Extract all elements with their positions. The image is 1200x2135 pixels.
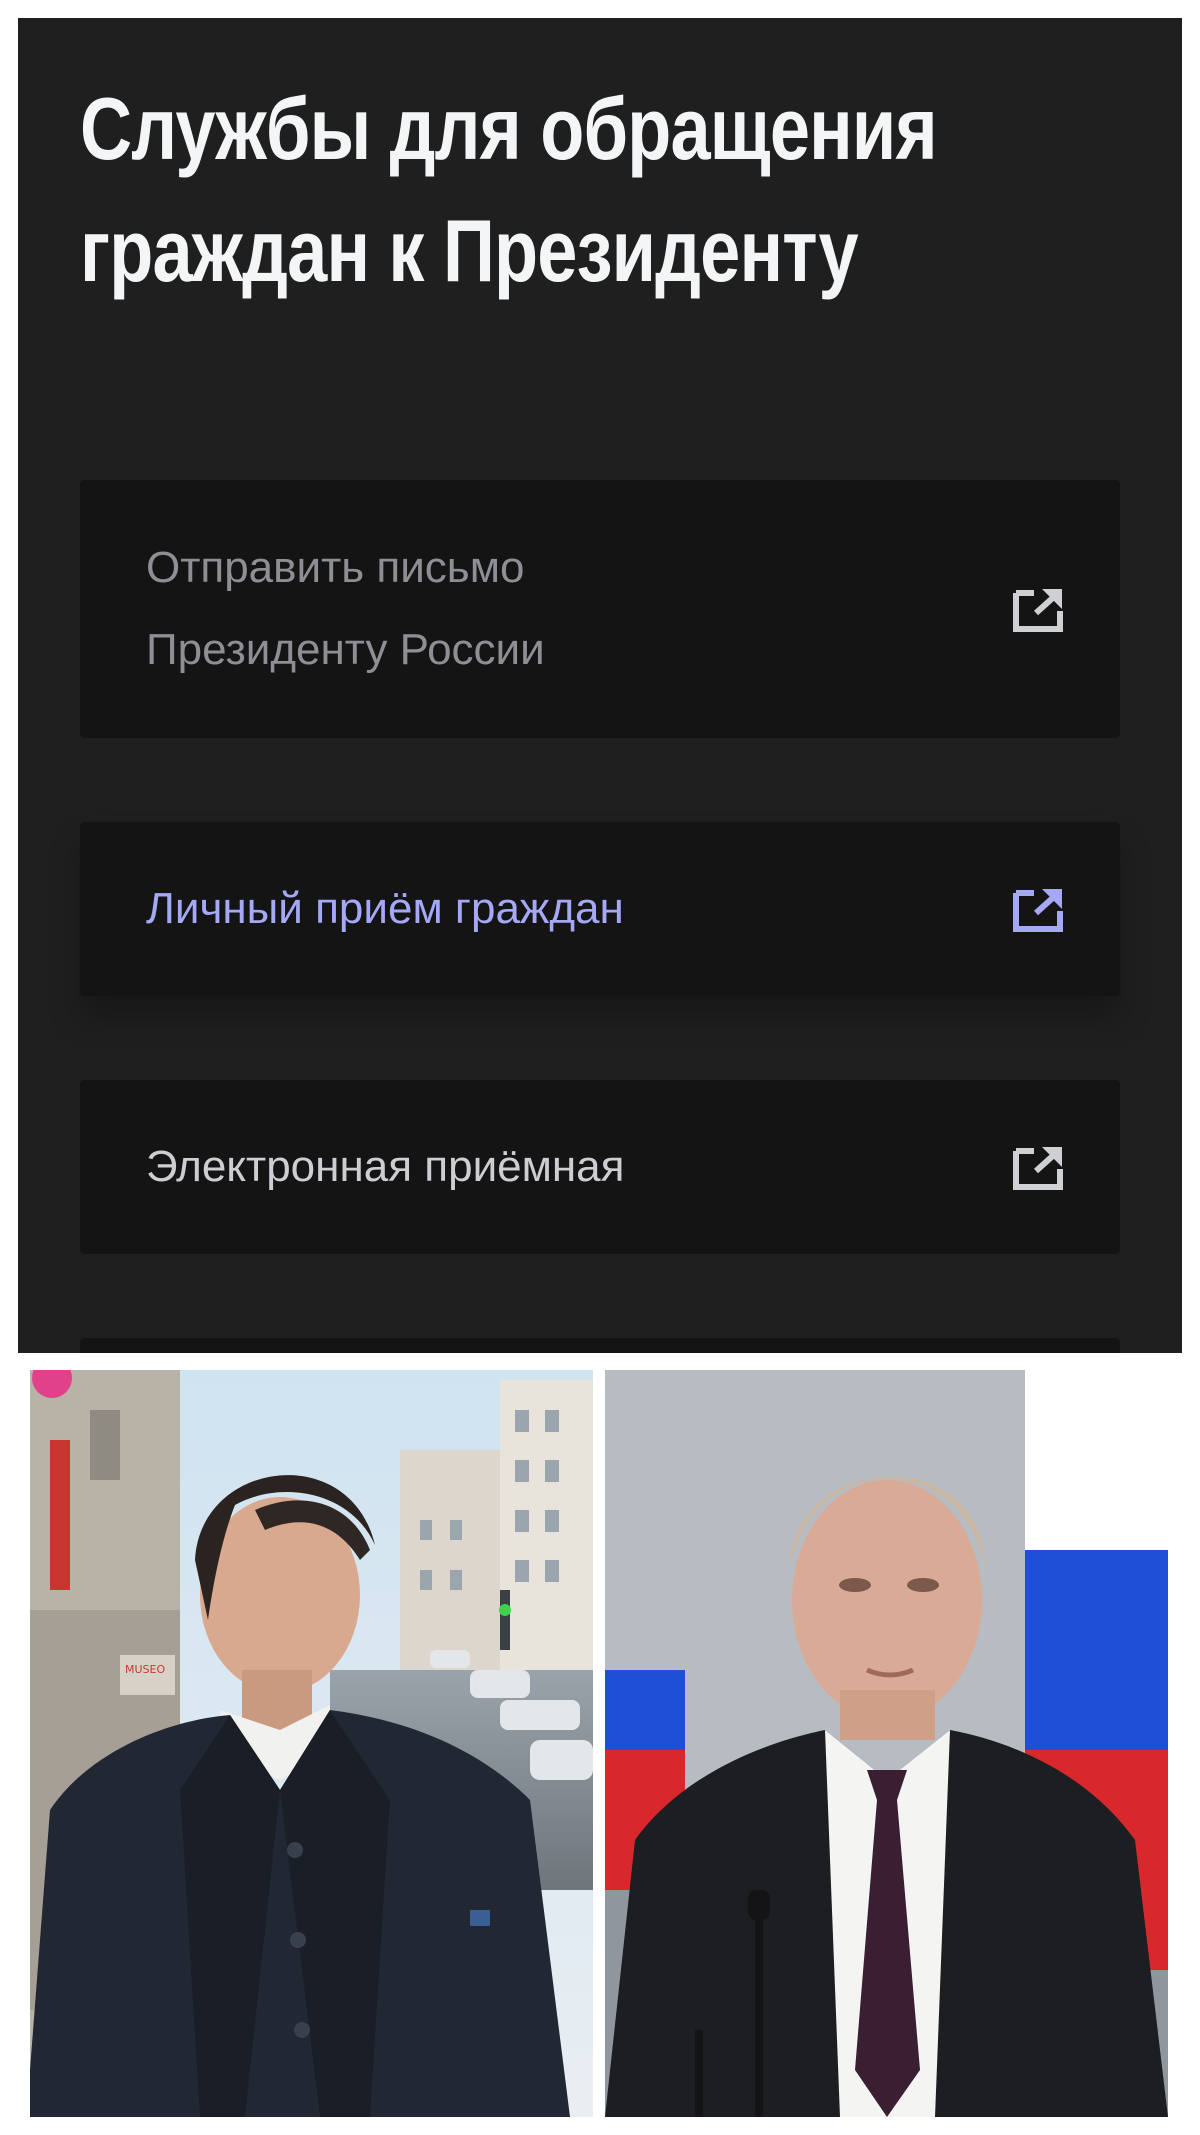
photo-man-on-street: MUSEO (30, 1370, 593, 2117)
photo-collage: MUSEO (30, 1370, 1170, 2117)
flag-blue-stripe (1025, 1550, 1168, 1750)
send-letter-label: Отправить письмо Президенту России (146, 527, 866, 691)
personal-reception-label: Личный приём граждан (146, 884, 624, 933)
electronic-reception-link[interactable]: Электронная приёмная (80, 1080, 1120, 1254)
photo-man-with-flag (605, 1370, 1168, 2117)
external-link-icon (1013, 589, 1063, 632)
services-panel: Службы для обращения граждан к Президент… (18, 18, 1182, 1353)
send-letter-link[interactable]: Отправить письмо Президенту России (80, 480, 1120, 738)
personal-reception-link[interactable]: Личный приём граждан (80, 822, 1120, 996)
external-link-icon (1013, 889, 1063, 932)
page-title-line-2: граждан к Президенту (80, 201, 859, 300)
museum-sign-text: MUSEO (125, 1663, 165, 1676)
flag-white-stripe (1025, 1370, 1168, 1550)
send-letter-label-line-2: Президенту России (146, 625, 545, 674)
next-service-link-partial[interactable] (80, 1338, 1120, 1353)
electronic-reception-label: Электронная приёмная (146, 1142, 625, 1191)
page-title: Службы для обращения граждан к Президент… (80, 68, 938, 312)
send-letter-label-line-1: Отправить письмо (146, 543, 525, 592)
page-title-line-1: Службы для обращения (80, 79, 938, 178)
external-link-icon (1013, 1147, 1063, 1190)
